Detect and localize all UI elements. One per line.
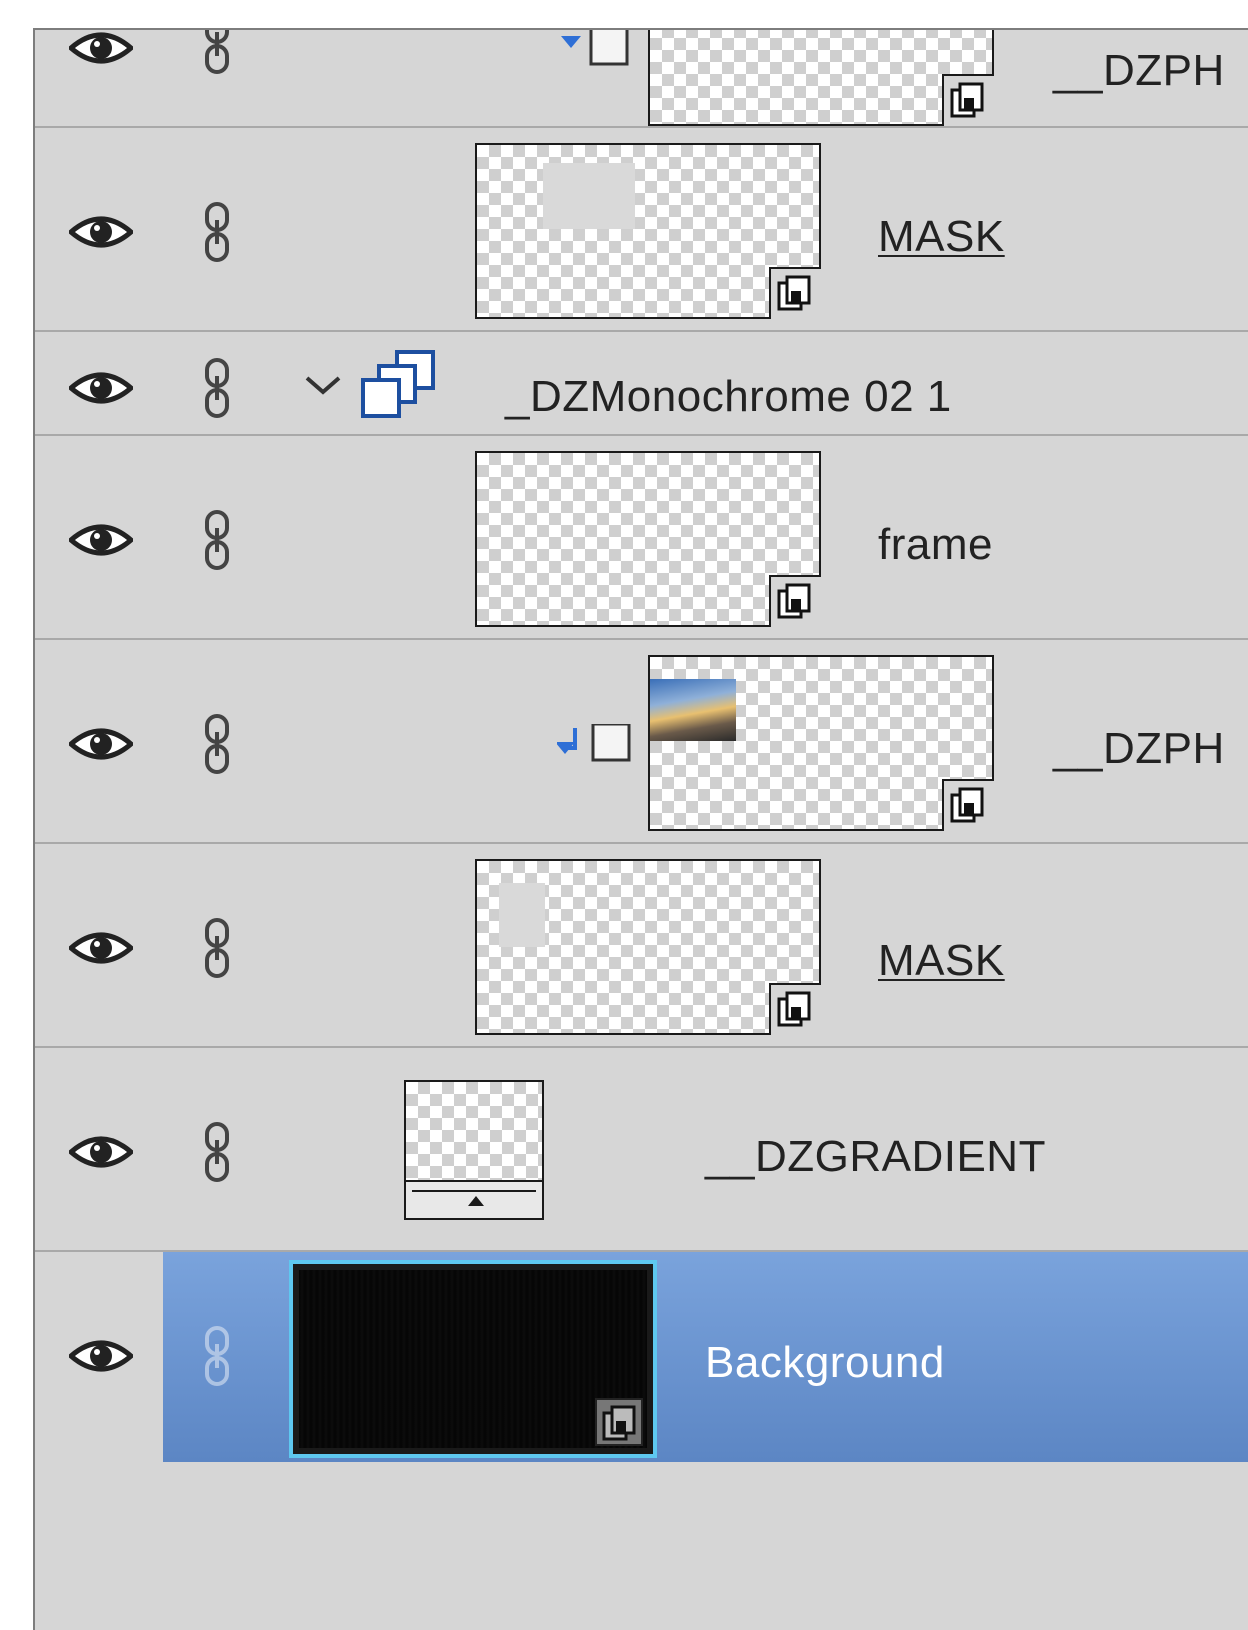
layer-thumbnail[interactable] [648, 30, 994, 126]
layer-thumbnail[interactable] [289, 1260, 657, 1458]
chain-link-icon[interactable] [199, 712, 235, 776]
eye-icon[interactable] [69, 28, 133, 68]
eye-icon[interactable] [69, 1336, 133, 1376]
layer-row[interactable]: __DZGRADIENT [35, 1048, 1248, 1252]
smart-object-badge-icon [769, 983, 821, 1035]
chevron-down-icon[interactable] [303, 374, 343, 398]
smart-object-badge-icon [942, 779, 994, 831]
layer-name[interactable]: _DZMonochrome 02 1 [505, 372, 952, 422]
layer-name[interactable]: __DZGRADIENT [705, 1132, 1046, 1182]
eye-icon[interactable] [69, 928, 133, 968]
chain-link-icon[interactable] [199, 508, 235, 572]
layer-thumbnail[interactable] [475, 451, 821, 627]
chain-link-icon[interactable] [199, 200, 235, 264]
smart-object-badge-icon [595, 1398, 643, 1446]
layer-row[interactable]: __DZPH [35, 28, 1248, 128]
smart-object-badge-icon [769, 267, 821, 319]
layers-panel: __DZPH MASK _DZMonochrome 02 1 frame __D… [33, 28, 1248, 1630]
eye-icon[interactable] [69, 368, 133, 408]
mask-shape [499, 883, 545, 947]
layer-group-icon [361, 350, 435, 418]
layer-thumbnail[interactable] [475, 859, 821, 1035]
gradient-stop-icon [468, 1196, 484, 1206]
layer-name[interactable]: frame [878, 520, 993, 570]
layer-name[interactable]: __DZPH [1053, 724, 1225, 774]
layer-row[interactable]: MASK [35, 128, 1248, 332]
clipping-mask-arrow-icon [557, 724, 631, 762]
clipping-mask-arrow-icon [561, 30, 629, 66]
layer-row-selected[interactable]: Background [35, 1252, 1248, 1462]
layer-name[interactable]: Background [705, 1338, 945, 1388]
chain-link-icon[interactable] [199, 356, 235, 420]
layer-name[interactable]: __DZPH [1053, 46, 1225, 96]
gradient-thumbnail[interactable] [404, 1080, 544, 1220]
layer-name[interactable]: MASK [878, 936, 1005, 986]
chain-link-icon[interactable] [199, 1324, 235, 1388]
smart-object-badge-icon [769, 575, 821, 627]
gradient-bar [406, 1180, 542, 1218]
chain-link-icon[interactable] [199, 1120, 235, 1184]
eye-icon[interactable] [69, 520, 133, 560]
smart-object-badge-icon [942, 74, 994, 126]
layer-row[interactable]: __DZPH [35, 640, 1248, 844]
layer-row[interactable]: frame [35, 436, 1248, 640]
layer-thumbnail[interactable] [648, 655, 994, 831]
photo-preview [650, 679, 736, 741]
chain-link-icon[interactable] [199, 916, 235, 980]
layer-name[interactable]: MASK [878, 212, 1005, 262]
eye-icon[interactable] [69, 724, 133, 764]
layer-thumbnail[interactable] [475, 143, 821, 319]
layer-row[interactable]: MASK [35, 844, 1248, 1048]
layer-row[interactable]: _DZMonochrome 02 1 [35, 332, 1248, 436]
mask-shape [543, 163, 635, 229]
chain-link-icon[interactable] [199, 28, 235, 76]
eye-icon[interactable] [69, 212, 133, 252]
eye-icon[interactable] [69, 1132, 133, 1172]
